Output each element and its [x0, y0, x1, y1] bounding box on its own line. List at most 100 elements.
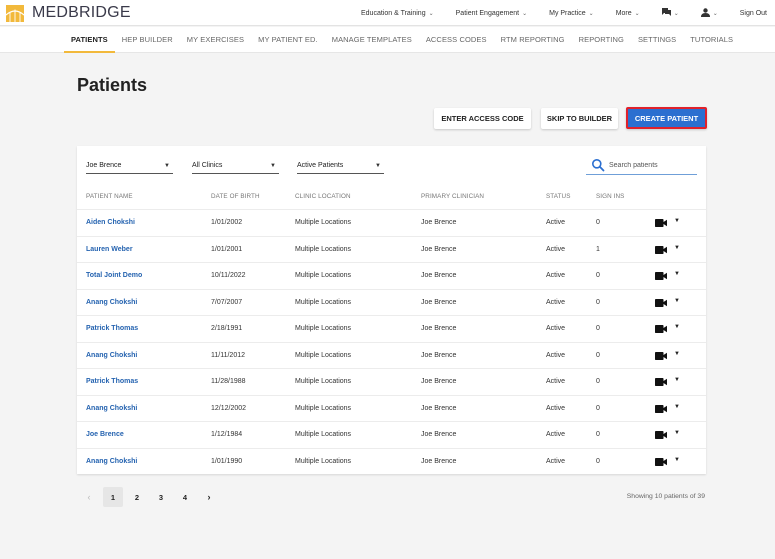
dropdown-arrow-icon: ▼ — [270, 162, 276, 169]
column-header-primary-clinician[interactable]: PRIMARY CLINICIAN — [421, 193, 484, 200]
column-header-patient-name[interactable]: PATIENT NAME — [86, 193, 133, 200]
patient-name-link[interactable]: Patrick Thomas — [86, 378, 138, 385]
video-camera-icon[interactable] — [655, 219, 667, 227]
video-camera-icon[interactable] — [655, 245, 667, 254]
tab-my-exercises[interactable]: MY EXERCISES — [180, 27, 251, 53]
results-summary: Showing 10 patients of 39 — [626, 493, 705, 500]
page-4-button[interactable]: 4 — [175, 487, 195, 507]
sign-ins: 0 — [596, 457, 600, 465]
primary-clinician: Joe Brence — [421, 404, 457, 412]
nav-label: Education & Training — [361, 9, 426, 17]
nav-my-practice[interactable]: My Practice ⌄ — [549, 10, 594, 17]
row-menu-dropdown-icon[interactable]: ▼ — [674, 218, 680, 224]
row-menu-dropdown-icon[interactable]: ▼ — [674, 271, 680, 277]
patient-name-link[interactable]: Total Joint Demo — [86, 272, 142, 279]
status: Active — [546, 378, 566, 385]
column-header-date-of-birth[interactable]: DATE OF BIRTH — [211, 193, 260, 200]
patient-name-link[interactable]: Anang Chokshi — [86, 299, 137, 306]
create-patient-button[interactable]: CREATE PATIENT — [626, 107, 707, 129]
primary-clinician: Joe Brence — [421, 351, 457, 359]
patient-status-select[interactable]: Active Patients ▼ — [297, 158, 384, 174]
date-of-birth: 1/01/2002 — [211, 219, 243, 226]
video-camera-icon[interactable] — [655, 457, 667, 466]
clinic-select[interactable]: All Clinics ▼ — [192, 158, 279, 174]
primary-clinician: Joe Brence — [421, 325, 457, 332]
row-menu-dropdown-icon[interactable]: ▼ — [674, 298, 680, 304]
chat-icon — [661, 8, 671, 18]
enter-access-code-button[interactable]: ENTER ACCESS CODE — [434, 108, 531, 129]
nav-more[interactable]: More ⌄ — [616, 10, 640, 17]
skip-to-builder-button[interactable]: SKIP TO BUILDER — [541, 108, 618, 129]
row-menu-dropdown-icon[interactable]: ▼ — [674, 245, 680, 251]
video-camera-icon[interactable] — [655, 431, 667, 439]
date-of-birth: 11/11/2012 — [211, 351, 245, 359]
search-input[interactable] — [609, 161, 689, 169]
column-header-sign-ins[interactable]: SIGN INS — [596, 193, 624, 200]
date-of-birth: 7/07/2007 — [211, 298, 243, 306]
patient-name-link[interactable]: Joe Brence — [86, 431, 124, 438]
video-camera-icon[interactable] — [655, 272, 667, 280]
primary-clinician: Joe Brence — [421, 431, 457, 438]
tab-tutorials[interactable]: TUTORIALS — [683, 27, 740, 53]
user-menu[interactable]: ⌄ — [700, 7, 718, 19]
patients-table-card: Joe Brence ▼ All Clinics ▼ Active Patien… — [77, 146, 706, 474]
tab-rtm-reporting[interactable]: RTM REPORTING — [494, 27, 572, 53]
tab-hep-builder[interactable]: HEP BUILDER — [115, 27, 180, 53]
tab-manage-templates[interactable]: MANAGE TEMPLATES — [325, 27, 419, 53]
row-menu-dropdown-icon[interactable]: ▼ — [674, 430, 680, 436]
user-icon — [700, 7, 710, 19]
primary-clinician: Joe Brence — [421, 272, 457, 279]
prev-page-button[interactable]: ‹ — [79, 487, 99, 507]
chevron-down-icon: ⌄ — [673, 10, 679, 17]
sign-ins: 0 — [596, 351, 600, 359]
patient-name-link[interactable]: Anang Chokshi — [86, 405, 137, 412]
messages-menu[interactable]: ⌄ — [661, 8, 679, 18]
sign-ins: 0 — [596, 431, 600, 438]
video-camera-icon[interactable] — [655, 325, 667, 333]
column-header-clinic-location[interactable]: CLINIC LOCATION — [295, 193, 351, 200]
table-row: Anang Chokshi 11/11/2012 Multiple Location… — [77, 341, 706, 369]
sign-out-link[interactable]: Sign Out — [740, 10, 767, 17]
select-value: All Clinics — [192, 162, 223, 169]
tab-access-codes[interactable]: ACCESS CODES — [419, 27, 494, 53]
video-camera-icon[interactable] — [655, 378, 667, 386]
sign-ins: 0 — [596, 298, 600, 306]
row-menu-dropdown-icon[interactable]: ▼ — [674, 457, 680, 463]
chevron-down-icon: ⌄ — [634, 10, 640, 17]
status: Active — [546, 325, 566, 332]
tab-patients[interactable]: PATIENTS — [64, 27, 115, 53]
tab-settings[interactable]: SETTINGS — [631, 27, 683, 53]
column-header-status[interactable]: STATUS — [546, 193, 571, 200]
table-row: Anang Chokshi 7/07/2007 Multiple Locations… — [77, 288, 706, 316]
page-1-button[interactable]: 1 — [103, 487, 123, 507]
sign-ins: 0 — [596, 219, 600, 226]
patient-name-link[interactable]: Lauren Weber — [86, 246, 133, 253]
row-menu-dropdown-icon[interactable]: ▼ — [674, 324, 680, 330]
patient-name-link[interactable]: Aiden Chokshi — [86, 219, 135, 226]
next-page-button[interactable]: › — [199, 487, 219, 507]
sign-ins: 0 — [596, 378, 600, 385]
nav-patient-engagement[interactable]: Patient Engagement ⌄ — [456, 10, 527, 17]
patient-name-link[interactable]: Anang Chokshi — [86, 458, 137, 465]
patient-name-link[interactable]: Patrick Thomas — [86, 325, 138, 332]
nav-label: More — [615, 9, 632, 17]
row-menu-dropdown-icon[interactable]: ▼ — [674, 351, 680, 357]
status: Active — [546, 431, 566, 438]
tab-my-patient-ed[interactable]: MY PATIENT ED. — [251, 27, 325, 53]
row-menu-dropdown-icon[interactable]: ▼ — [674, 377, 680, 383]
clinic-location: Multiple Locations — [295, 457, 352, 465]
page-3-button[interactable]: 3 — [151, 487, 171, 507]
medbridge-logo-icon — [5, 4, 25, 22]
pagination: ‹ 1 2 3 4 › — [79, 487, 223, 507]
video-camera-icon[interactable] — [655, 351, 667, 360]
nav-education-training[interactable]: Education & Training ⌄ — [361, 10, 434, 17]
logo[interactable]: MEDBRIDGE — [5, 4, 131, 22]
row-menu-dropdown-icon[interactable]: ▼ — [674, 404, 680, 410]
video-camera-icon[interactable] — [655, 298, 667, 307]
tab-reporting[interactable]: REPORTING — [572, 27, 631, 53]
patient-name-link[interactable]: Anang Chokshi — [86, 352, 137, 359]
clinician-select[interactable]: Joe Brence ▼ — [86, 158, 173, 174]
video-camera-icon[interactable] — [655, 404, 667, 413]
search-box[interactable] — [586, 156, 697, 175]
page-2-button[interactable]: 2 — [127, 487, 147, 507]
